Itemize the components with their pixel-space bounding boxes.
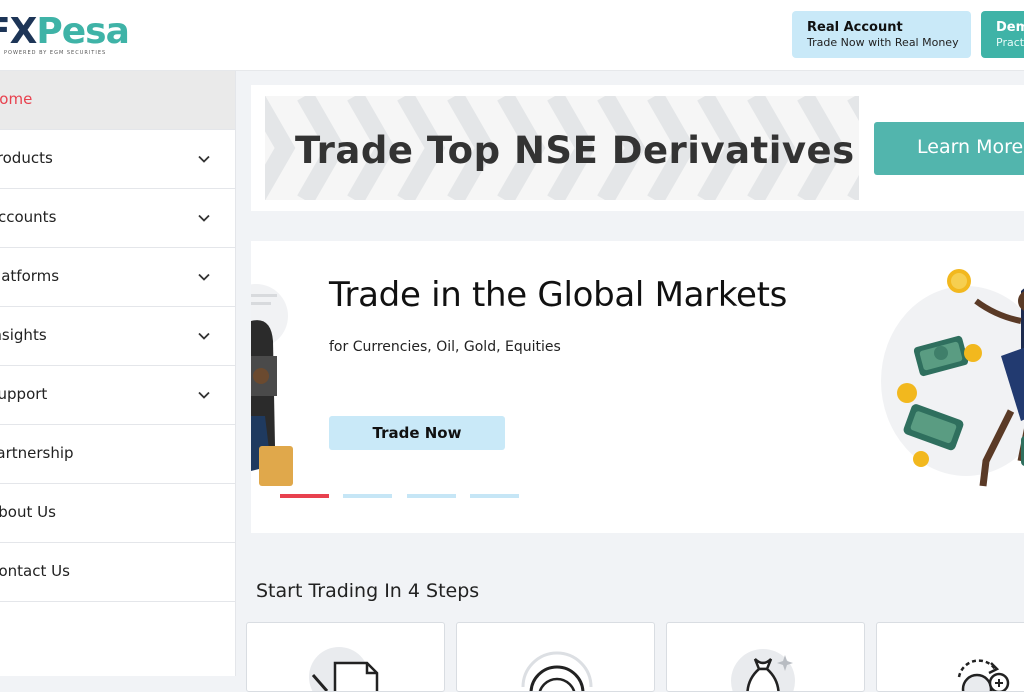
- trade-now-button[interactable]: Trade Now: [329, 416, 505, 450]
- sidebar-nav: Home Products Accounts Platforms Insight…: [0, 71, 236, 676]
- chevron-down-icon: [198, 214, 210, 222]
- sidebar-item-label: Home: [0, 90, 33, 108]
- top-header: FXPesa POWERED BY EGM SECURITIES Real Ac…: [0, 0, 1024, 71]
- sidebar-item-home[interactable]: Home: [0, 71, 235, 130]
- demo-account-subtitle: Practice: [996, 36, 1024, 49]
- step-card-3[interactable]: [666, 622, 865, 692]
- logo-wordmark: FXPesa: [0, 10, 130, 54]
- speedometer-icon: [521, 651, 593, 691]
- sidebar-item-label: Products: [0, 149, 53, 167]
- sidebar-item-about-us[interactable]: About Us: [0, 484, 235, 543]
- step-card-1[interactable]: [246, 622, 445, 692]
- sidebar-item-label: Insights: [0, 326, 47, 344]
- carousel-dot-4[interactable]: [470, 494, 519, 498]
- person-illustration-icon: [251, 284, 293, 486]
- sidebar-item-label: Support: [0, 385, 48, 403]
- logo-pesa-text: Pesa: [36, 11, 130, 52]
- demo-account-title: Demo: [996, 20, 1024, 35]
- chevron-down-icon: [198, 391, 210, 399]
- sidebar-item-contact-us[interactable]: Contact Us: [0, 543, 235, 602]
- logo-tagline: POWERED BY EGM SECURITIES: [4, 50, 107, 56]
- document-pen-icon: [309, 647, 379, 691]
- learn-more-button[interactable]: Learn More: [874, 122, 1024, 175]
- sidebar-item-support[interactable]: Support: [0, 366, 235, 425]
- logo-fx-text: FX: [0, 11, 37, 52]
- real-account-title: Real Account: [807, 20, 903, 35]
- carousel-dot-2[interactable]: [343, 494, 392, 498]
- carousel-dot-3[interactable]: [407, 494, 456, 498]
- sidebar-item-label: Platforms: [0, 267, 60, 285]
- sidebar-item-accounts[interactable]: Accounts: [0, 189, 235, 248]
- sidebar-item-label: Accounts: [0, 208, 57, 226]
- sidebar-item-insights[interactable]: Insights: [0, 307, 235, 366]
- step-card-2[interactable]: [456, 622, 655, 692]
- carousel-dot-1[interactable]: [280, 494, 329, 498]
- sidebar-item-label: Partnership: [0, 444, 74, 462]
- fxpesa-logo[interactable]: FXPesa POWERED BY EGM SECURITIES: [0, 10, 140, 60]
- real-account-button[interactable]: Real Account Trade Now with Real Money: [792, 11, 971, 58]
- hero-title: Trade in the Global Markets: [329, 275, 788, 315]
- sidebar-item-platforms[interactable]: Platforms: [0, 248, 235, 307]
- hero-subtitle: for Currencies, Oil, Gold, Equities: [329, 339, 561, 355]
- money-bag-icon: [731, 649, 795, 691]
- chevron-down-icon: [198, 155, 210, 163]
- real-account-subtitle: Trade Now with Real Money: [807, 36, 959, 49]
- step-card-4[interactable]: [876, 622, 1024, 692]
- sidebar-item-partnership[interactable]: Partnership: [0, 425, 235, 484]
- chevron-down-icon: [198, 332, 210, 340]
- banner-title: Trade Top NSE Derivatives: [295, 129, 855, 172]
- hero-carousel: Trade in the Global Markets for Currenci…: [251, 241, 1024, 533]
- woman-with-money-illustration-icon: [881, 269, 1024, 487]
- chevron-down-icon: [198, 273, 210, 281]
- steps-section-title: Start Trading In 4 Steps: [256, 580, 480, 602]
- sidebar-item-products[interactable]: Products: [0, 130, 235, 189]
- sidebar-item-label: About Us: [0, 503, 56, 521]
- coin-cycle-icon: [957, 659, 1010, 691]
- demo-account-button[interactable]: Demo Practice: [981, 11, 1024, 58]
- sidebar-item-label: Contact Us: [0, 562, 70, 580]
- promo-banner[interactable]: Trade Top NSE Derivatives Learn More: [251, 85, 1024, 211]
